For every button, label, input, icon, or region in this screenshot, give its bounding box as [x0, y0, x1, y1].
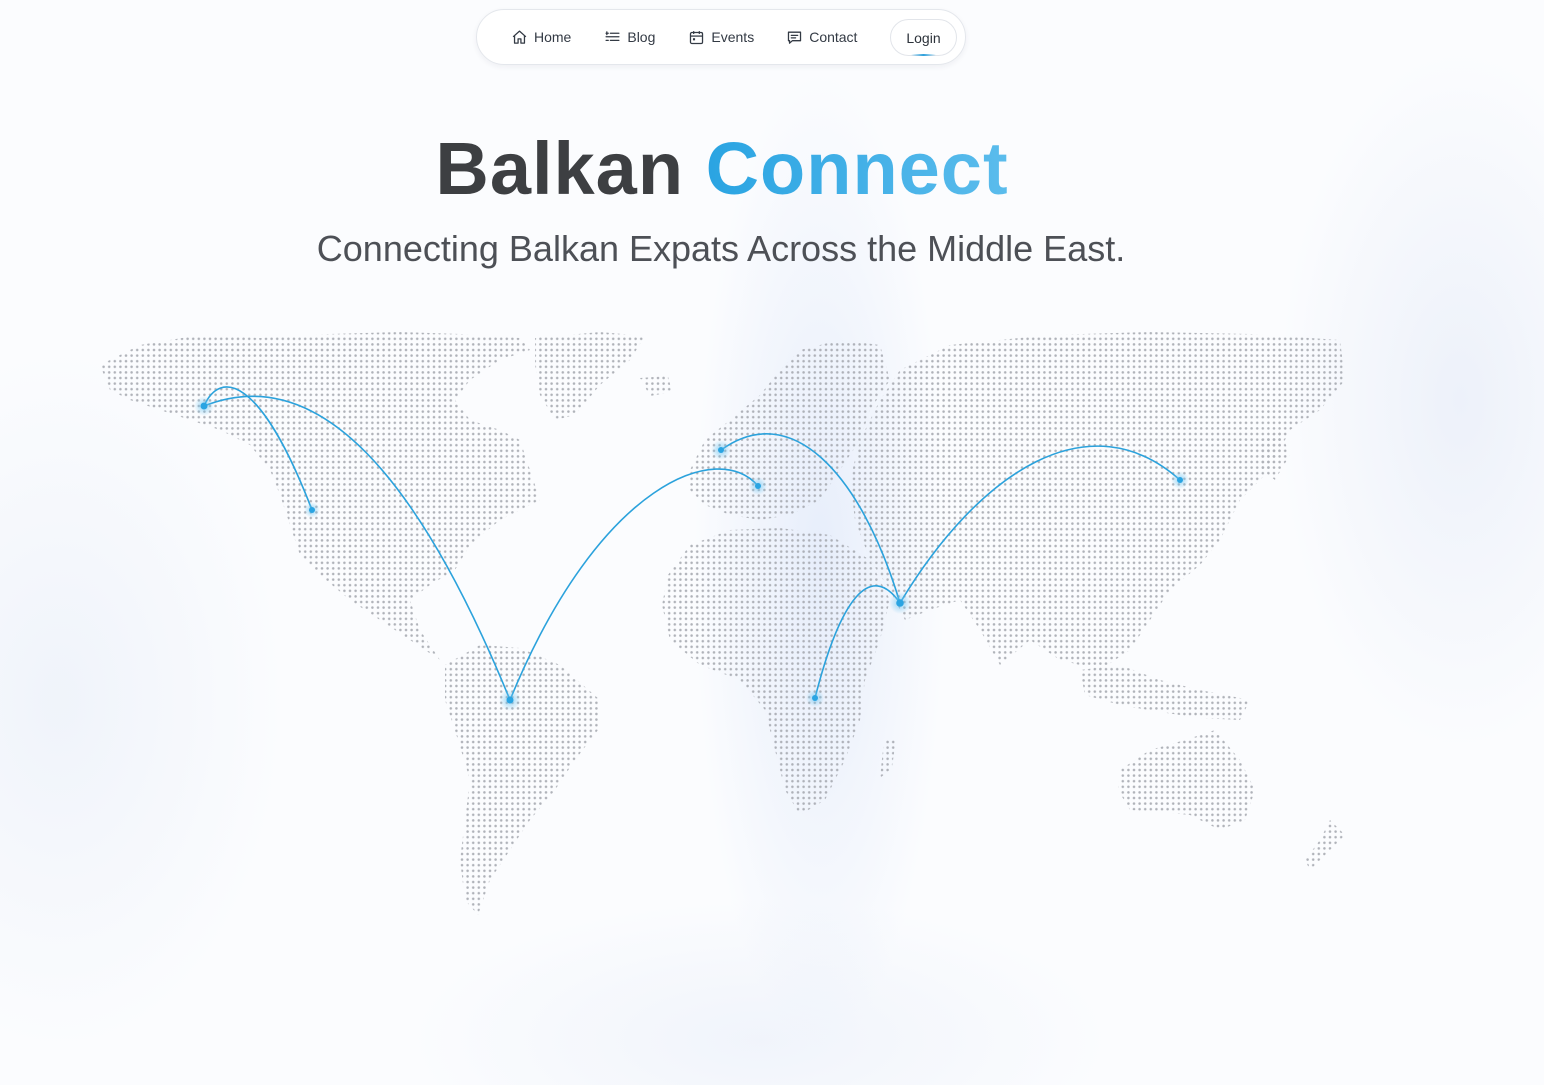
- nav-blog-label: Blog: [627, 29, 656, 45]
- nav-contact-label: Contact: [809, 29, 858, 45]
- node-arabia: [889, 592, 911, 614]
- hero-title-part2: Connect: [705, 127, 1009, 210]
- node-china: [1171, 471, 1189, 489]
- continent-north-america: [100, 332, 540, 660]
- nav-events[interactable]: Events: [688, 29, 754, 46]
- node-canada: [304, 502, 320, 518]
- hero-title: Balkan Connect: [0, 126, 1444, 212]
- continents: [100, 332, 1345, 915]
- node-central-africa: [806, 689, 824, 707]
- home-icon: [511, 29, 528, 46]
- hero-subtitle: Connecting Balkan Expats Across the Midd…: [316, 228, 1126, 269]
- continent-australia: [1118, 730, 1255, 830]
- node-brazil: [499, 689, 521, 711]
- island-madagascar: [880, 738, 896, 778]
- node-balkans: [749, 477, 767, 495]
- island-new-zealand: [1305, 820, 1345, 870]
- node-alaska: [194, 396, 214, 416]
- top-navigation: Home Blog Events Contact Login: [476, 9, 966, 65]
- nav-events-label: Events: [711, 29, 755, 45]
- calendar-icon: [688, 29, 705, 46]
- continent-asia: [850, 332, 1345, 670]
- hero-title-part1: Balkan: [435, 127, 685, 210]
- nav-home[interactable]: Home: [511, 29, 571, 46]
- nav-contact[interactable]: Contact: [786, 29, 857, 46]
- continent-africa: [662, 528, 890, 815]
- continent-greenland: [535, 332, 645, 420]
- blog-icon: [604, 29, 621, 46]
- page: Home Blog Events Contact Login Balkan Co…: [0, 0, 1544, 1085]
- continent-south-america: [445, 645, 600, 915]
- chat-icon: [786, 29, 803, 46]
- nav-home-label: Home: [534, 29, 572, 45]
- node-uk: [711, 440, 731, 460]
- nav-blog[interactable]: Blog: [604, 29, 655, 46]
- islands-southeast-asia: [1080, 665, 1250, 720]
- login-button[interactable]: Login: [890, 19, 957, 56]
- island-iceland: [640, 376, 672, 396]
